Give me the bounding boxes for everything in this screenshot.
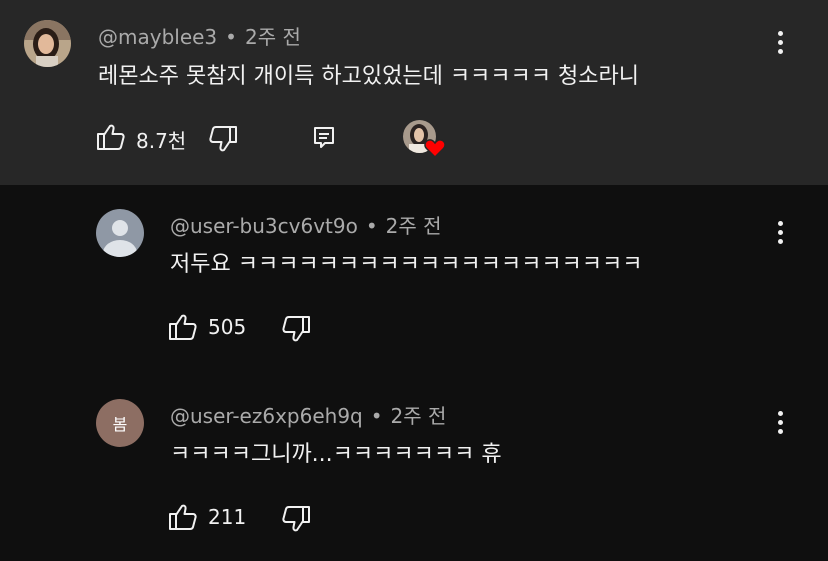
dislike-button[interactable] xyxy=(281,504,313,536)
default-avatar-icon xyxy=(96,209,144,257)
more-vert-icon[interactable] xyxy=(769,28,793,58)
reply-icon xyxy=(314,127,334,148)
thumb-down-icon xyxy=(209,126,237,152)
more-vert-icon[interactable] xyxy=(769,408,793,438)
author-name[interactable]: @user-ez6xp6eh9q xyxy=(170,404,363,428)
timestamp[interactable]: 2주 전 xyxy=(386,214,442,238)
like-button[interactable] xyxy=(168,502,200,534)
reply-button[interactable] xyxy=(312,125,338,151)
meta-separator: • xyxy=(225,25,237,49)
author-name[interactable]: @user-bu3cv6vt9o xyxy=(170,214,358,238)
comment-meta: @user-bu3cv6vt9o • 2주 전 xyxy=(170,210,442,239)
thumb-up-icon xyxy=(169,314,197,340)
like-button[interactable] xyxy=(96,122,128,154)
avatar[interactable] xyxy=(24,20,71,67)
thumb-up-icon xyxy=(169,504,197,530)
like-button[interactable] xyxy=(168,312,200,344)
timestamp[interactable]: 2주 전 xyxy=(391,404,447,428)
author-name[interactable]: @mayblee3 xyxy=(98,25,217,49)
comment-meta: @user-ez6xp6eh9q • 2주 전 xyxy=(170,400,446,429)
meta-separator: • xyxy=(370,404,383,428)
meta-separator: • xyxy=(365,214,378,238)
comment-meta: @mayblee3 • 2주 전 xyxy=(98,21,301,50)
dislike-button[interactable] xyxy=(281,314,313,346)
thumb-up-icon xyxy=(97,124,125,150)
comment-text: 레몬소주 못참지 개이득 하고있었는데 ㅋㅋㅋㅋㅋ 청소라니 xyxy=(98,64,639,89)
like-count: 505 xyxy=(208,315,247,339)
dislike-button[interactable] xyxy=(208,124,240,156)
top-comment: @mayblee3 • 2주 전 레몬소주 못참지 개이득 하고있었는데 ㅋㅋㅋㅋㅋ… xyxy=(0,0,828,185)
avatar[interactable] xyxy=(96,209,144,257)
creator-heart xyxy=(403,120,447,160)
avatar-letter: 봄 xyxy=(112,415,128,434)
comment-text: ㅋㅋㅋㅋ그니까...ㅋㅋㅋㅋㅋㅋㅋ 휴 xyxy=(170,442,502,467)
avatar[interactable]: 봄 xyxy=(96,399,144,447)
like-count: 8.7천 xyxy=(136,129,187,153)
comment-text: 저두요 ㅋㅋㅋㅋㅋㅋㅋㅋㅋㅋㅋㅋㅋㅋㅋㅋㅋㅋㅋㅋ xyxy=(170,252,643,277)
thumb-down-icon xyxy=(282,316,310,342)
more-vert-icon[interactable] xyxy=(769,218,793,248)
creator-heart-icon xyxy=(424,139,446,158)
thumb-down-icon xyxy=(282,506,310,532)
like-count: 211 xyxy=(208,505,247,529)
timestamp[interactable]: 2주 전 xyxy=(245,25,301,49)
